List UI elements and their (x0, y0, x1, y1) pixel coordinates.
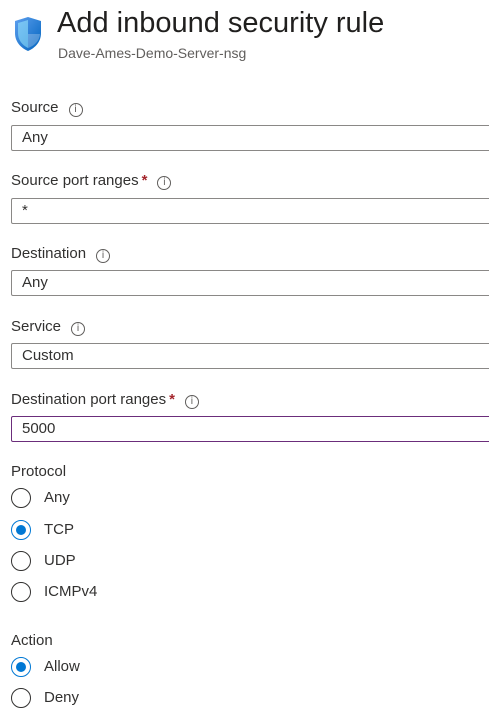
source-label-text: Source (11, 99, 59, 116)
info-icon[interactable]: i (71, 322, 86, 336)
radio-label: Any (44, 489, 70, 506)
info-icon[interactable]: i (96, 249, 111, 263)
source-port-ranges-label: Source port ranges * i (11, 171, 172, 191)
action-option-deny[interactable]: Deny (11, 687, 211, 711)
radio-label: UDP (44, 552, 76, 569)
blade-header: Add inbound security rule Dave-Ames-Demo… (11, 4, 481, 64)
radio-label: Allow (44, 658, 80, 675)
radio-button[interactable] (11, 488, 31, 508)
protocol-option-icmpv4[interactable]: ICMPv4 (11, 581, 211, 605)
info-icon[interactable]: i (157, 176, 172, 190)
destination-port-ranges-label: Destination port ranges * i (11, 390, 199, 410)
radio-button[interactable] (11, 520, 31, 540)
action-label: Action (11, 632, 53, 649)
required-asterisk: * (169, 391, 175, 408)
radio-button[interactable] (11, 688, 31, 708)
protocol-label: Protocol (11, 463, 67, 480)
destination-port-ranges-label-text: Destination port ranges (11, 391, 167, 408)
page-title: Add inbound security rule (57, 7, 385, 39)
protocol-option-any[interactable]: Any (11, 487, 211, 511)
service-dropdown[interactable]: Custom (11, 343, 489, 369)
radio-label: TCP (44, 521, 74, 538)
shield-icon (15, 17, 41, 51)
radio-button[interactable] (11, 582, 31, 602)
protocol-option-tcp[interactable]: TCP (11, 519, 211, 543)
protocol-option-udp[interactable]: UDP (11, 550, 211, 574)
service-label: Service i (11, 317, 86, 337)
destination-label-text: Destination (11, 245, 87, 262)
source-port-ranges-input[interactable]: * (11, 198, 489, 224)
action-option-allow[interactable]: Allow (11, 656, 211, 680)
radio-button[interactable] (11, 657, 31, 677)
page-subtitle: Dave-Ames-Demo-Server-nsg (58, 45, 247, 61)
source-dropdown[interactable]: Any (11, 125, 489, 151)
radio-label: ICMPv4 (44, 583, 98, 600)
radio-label: Deny (44, 689, 80, 706)
radio-button[interactable] (11, 551, 31, 571)
info-icon[interactable]: i (184, 395, 199, 409)
source-port-ranges-label-text: Source port ranges (11, 172, 139, 189)
destination-port-ranges-input[interactable]: 5000 (11, 416, 489, 442)
destination-label: Destination i (11, 244, 111, 264)
required-asterisk: * (141, 172, 148, 189)
info-icon[interactable]: i (68, 103, 83, 117)
service-label-text: Service (11, 318, 62, 335)
destination-dropdown[interactable]: Any (11, 270, 489, 296)
source-label: Source i (11, 98, 83, 118)
